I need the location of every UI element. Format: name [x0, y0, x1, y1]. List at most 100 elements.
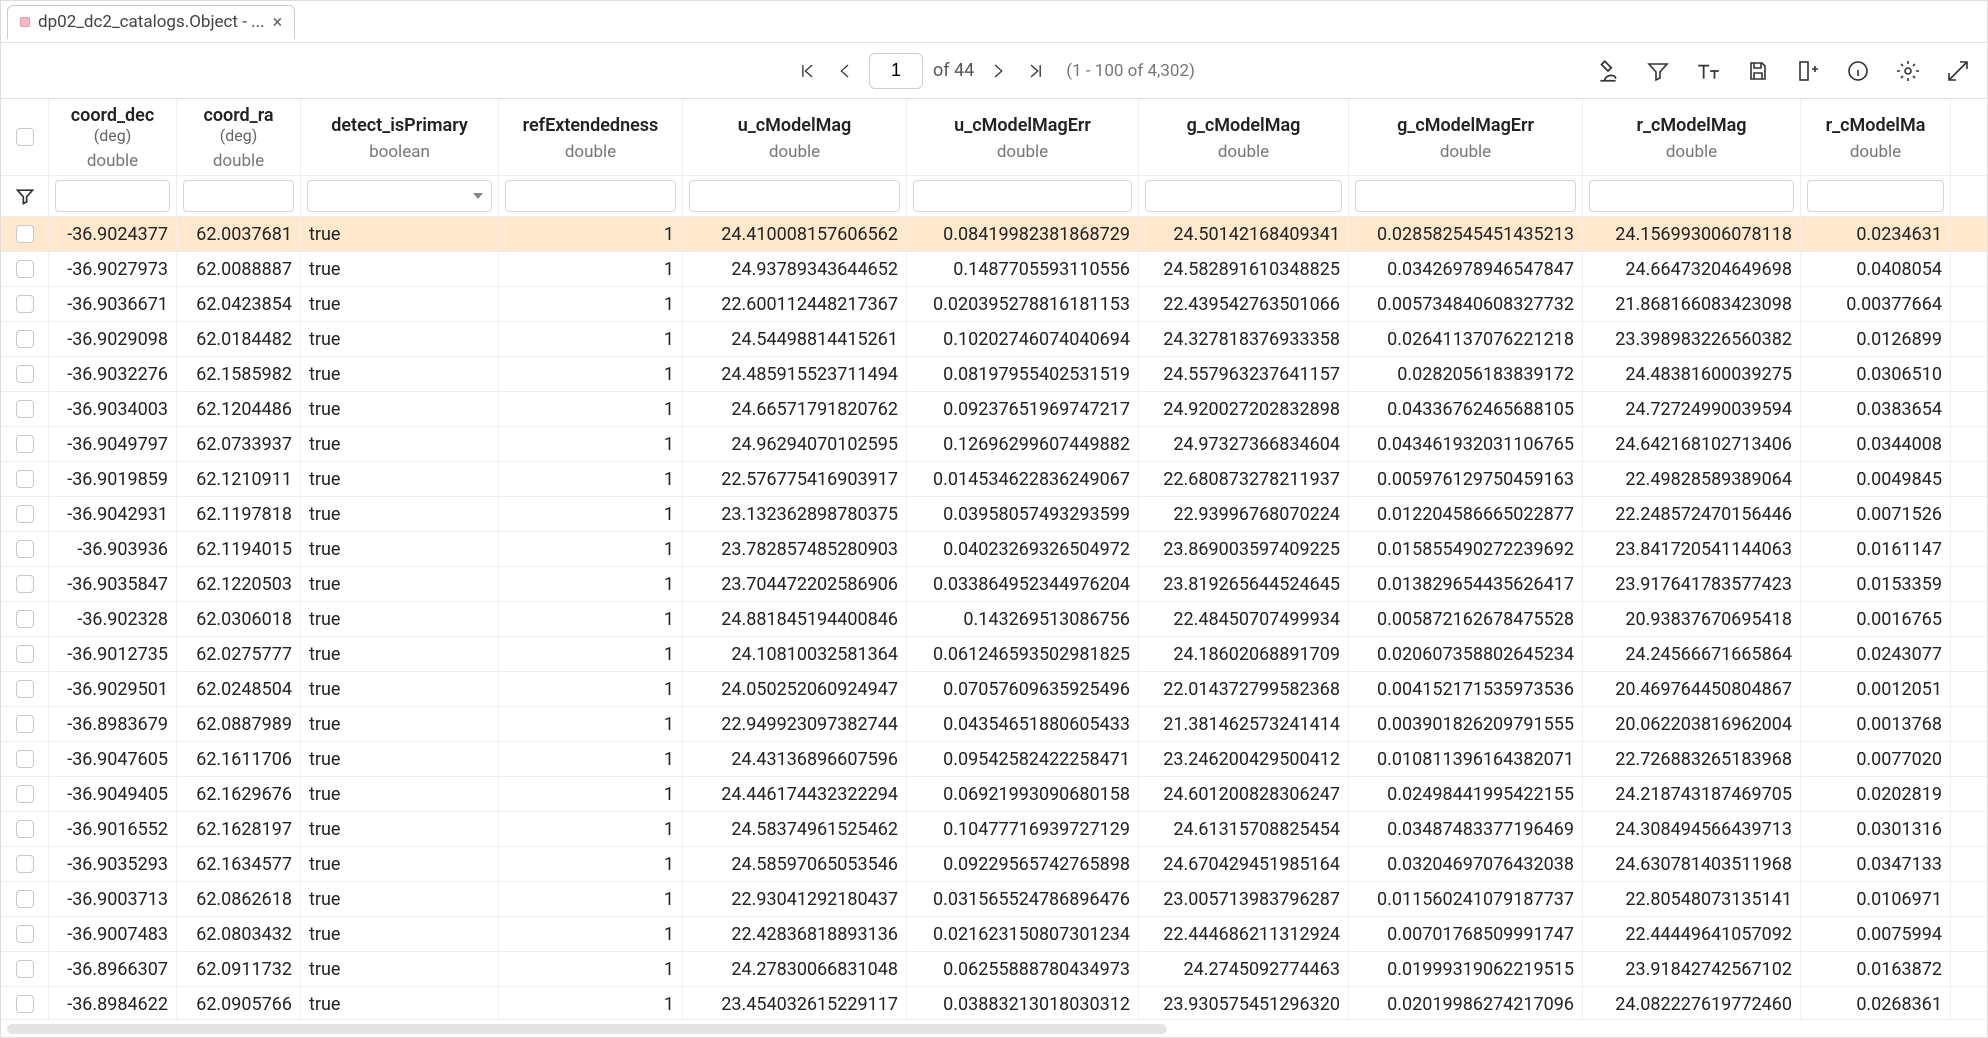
row-select-cell[interactable] [1, 777, 49, 811]
row-select-cell[interactable] [1, 497, 49, 531]
column-header-r_cModelMagErr[interactable]: r_cModelMadouble [1801, 99, 1951, 175]
table-row[interactable]: -36.898367962.0887989true122.94992309738… [1, 707, 1987, 742]
checkbox-icon[interactable] [16, 960, 34, 978]
row-select-cell[interactable] [1, 252, 49, 286]
tab-active[interactable]: dp02_dc2_catalogs.Object - ... × [7, 5, 295, 39]
row-select-cell[interactable] [1, 707, 49, 741]
checkbox-icon[interactable] [16, 575, 34, 593]
checkbox-icon[interactable] [16, 715, 34, 733]
horizontal-scrollbar[interactable] [1, 1019, 1987, 1037]
filter-input[interactable] [1807, 180, 1944, 212]
filter-input[interactable] [1355, 180, 1576, 212]
checkbox-icon[interactable] [16, 505, 34, 523]
filter-input[interactable] [1589, 180, 1794, 212]
text-size-icon[interactable] [1693, 56, 1723, 86]
table-row[interactable]: -36.901985962.1210911true122.57677541690… [1, 462, 1987, 497]
checkbox-icon[interactable] [16, 995, 34, 1013]
table-row[interactable]: -36.902950162.0248504true124.05025206092… [1, 672, 1987, 707]
microscope-icon[interactable] [1593, 56, 1623, 86]
row-select-cell[interactable] [1, 812, 49, 846]
column-header-refExtendedness[interactable]: refExtendednessdouble [499, 99, 683, 175]
row-select-cell[interactable] [1, 742, 49, 776]
filter-input[interactable] [913, 180, 1132, 212]
filter-input[interactable] [183, 180, 294, 212]
table-row[interactable]: -36.901655262.1628197true124.58374961525… [1, 812, 1987, 847]
row-select-cell[interactable] [1, 637, 49, 671]
row-select-cell[interactable] [1, 987, 49, 1019]
checkbox-icon[interactable] [16, 128, 34, 146]
filter-input[interactable] [1145, 180, 1342, 212]
column-header-g_cModelMag[interactable]: g_cModelMagdouble [1139, 99, 1349, 175]
table-row[interactable]: -36.904940562.1629676true124.44617443232… [1, 777, 1987, 812]
expand-icon[interactable] [1943, 56, 1973, 86]
prev-page-icon[interactable] [831, 57, 859, 85]
checkbox-icon[interactable] [16, 470, 34, 488]
column-header-detect_isPrimary[interactable]: detect_isPrimaryboolean [301, 99, 499, 175]
checkbox-icon[interactable] [16, 785, 34, 803]
checkbox-icon[interactable] [16, 435, 34, 453]
row-select-cell[interactable] [1, 392, 49, 426]
row-select-cell[interactable] [1, 952, 49, 986]
close-icon[interactable]: × [273, 12, 283, 33]
row-select-cell[interactable] [1, 602, 49, 636]
checkbox-icon[interactable] [16, 855, 34, 873]
table-row[interactable]: -36.901273562.0275777true124.10810032581… [1, 637, 1987, 672]
row-select-cell[interactable] [1, 217, 49, 251]
table-row[interactable]: -36.903227662.1585982true124.48591552371… [1, 357, 1987, 392]
column-header-r_cModelMag[interactable]: r_cModelMagdouble [1583, 99, 1801, 175]
table-row[interactable]: -36.90393662.1194015true123.782857485280… [1, 532, 1987, 567]
column-header-u_cModelMag[interactable]: u_cModelMagdouble [683, 99, 907, 175]
table-row[interactable]: -36.898462262.0905766true123.45403261522… [1, 987, 1987, 1019]
checkbox-icon[interactable] [16, 890, 34, 908]
page-input[interactable] [869, 53, 923, 89]
row-select-cell[interactable] [1, 847, 49, 881]
row-select-cell[interactable] [1, 567, 49, 601]
filter-input[interactable] [55, 180, 170, 212]
row-select-cell[interactable] [1, 462, 49, 496]
checkbox-icon[interactable] [16, 645, 34, 663]
table-row[interactable]: -36.904979762.0733937true124.96294070102… [1, 427, 1987, 462]
row-select-cell[interactable] [1, 917, 49, 951]
table-row[interactable]: -36.903667162.0423854true122.60011244821… [1, 287, 1987, 322]
checkbox-icon[interactable] [16, 925, 34, 943]
column-header-coord_dec[interactable]: coord_dec(deg)double [49, 99, 177, 175]
column-header-g_cModelMagErr[interactable]: g_cModelMagErrdouble [1349, 99, 1583, 175]
row-select-cell[interactable] [1, 287, 49, 321]
checkbox-icon[interactable] [16, 750, 34, 768]
checkbox-icon[interactable] [16, 225, 34, 243]
table-row[interactable]: -36.903400362.1204486true124.66571791820… [1, 392, 1987, 427]
checkbox-icon[interactable] [16, 365, 34, 383]
last-page-icon[interactable] [1022, 57, 1050, 85]
filter-input[interactable] [689, 180, 900, 212]
row-select-cell[interactable] [1, 882, 49, 916]
table-row[interactable]: -36.903584762.1220503true123.70447220258… [1, 567, 1987, 602]
checkbox-icon[interactable] [16, 680, 34, 698]
gear-icon[interactable] [1893, 56, 1923, 86]
table-row[interactable]: -36.900748362.0803432true122.42836818893… [1, 917, 1987, 952]
checkbox-icon[interactable] [16, 820, 34, 838]
table-row[interactable]: -36.900371362.0862618true122.93041292180… [1, 882, 1987, 917]
checkbox-icon[interactable] [16, 400, 34, 418]
row-select-cell[interactable] [1, 672, 49, 706]
filter-icon[interactable] [1643, 56, 1673, 86]
first-page-icon[interactable] [793, 57, 821, 85]
row-select-cell[interactable] [1, 427, 49, 461]
checkbox-icon[interactable] [16, 610, 34, 628]
table-row[interactable]: -36.902797362.0088887true124.93789343644… [1, 252, 1987, 287]
data-grid[interactable]: coord_dec(deg)doublecoord_ra(deg)doubled… [1, 99, 1987, 1019]
row-select-cell[interactable] [1, 532, 49, 566]
row-select-cell[interactable] [1, 322, 49, 356]
checkbox-icon[interactable] [16, 260, 34, 278]
save-icon[interactable] [1743, 56, 1773, 86]
table-row[interactable]: -36.904760562.1611706true124.43136896607… [1, 742, 1987, 777]
table-row[interactable]: -36.903529362.1634577true124.58597065053… [1, 847, 1987, 882]
add-column-icon[interactable] [1793, 56, 1823, 86]
checkbox-icon[interactable] [16, 540, 34, 558]
row-select-cell[interactable] [1, 357, 49, 391]
next-page-icon[interactable] [984, 57, 1012, 85]
checkbox-icon[interactable] [16, 295, 34, 313]
table-row[interactable]: -36.902437762.0037681true124.41000815760… [1, 217, 1987, 252]
select-all-cell[interactable] [1, 99, 49, 175]
info-icon[interactable] [1843, 56, 1873, 86]
checkbox-icon[interactable] [16, 330, 34, 348]
